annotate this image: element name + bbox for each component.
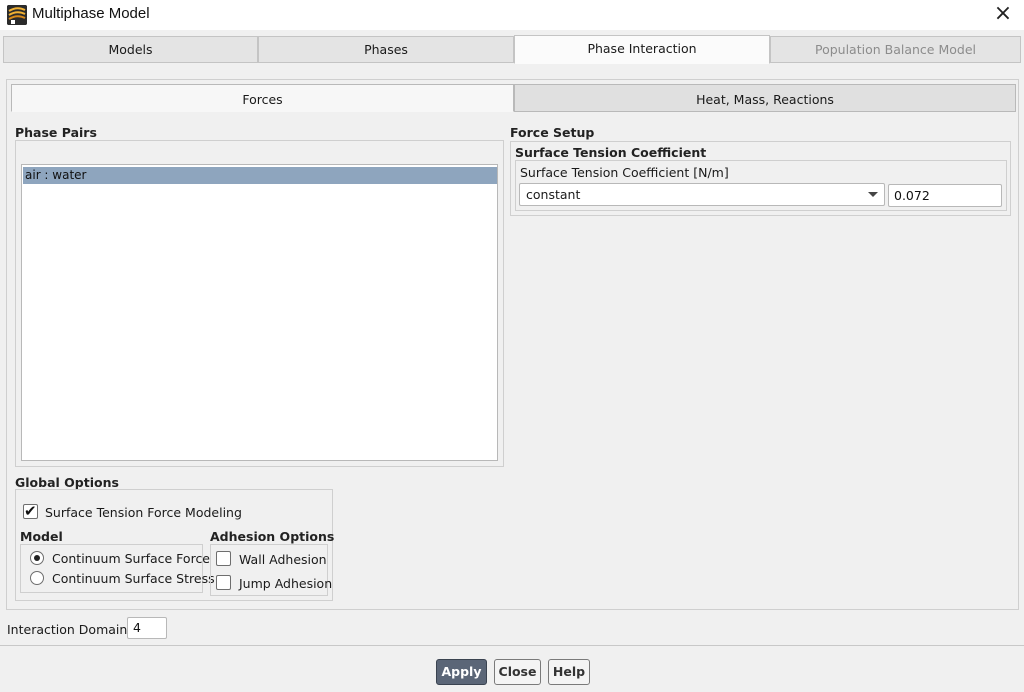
interaction-domain-id-input[interactable]: 4 — [127, 617, 167, 639]
checkmark-icon: ✔ — [24, 502, 37, 520]
jump-adhesion-checkbox[interactable] — [216, 575, 231, 590]
interaction-domain-id-label: Interaction Domain ID — [7, 622, 145, 637]
surface-tension-value: 0.072 — [894, 188, 930, 203]
apply-button[interactable]: Apply — [436, 659, 487, 685]
tab-phases[interactable]: Phases — [258, 36, 514, 63]
help-button[interactable]: Help — [548, 659, 590, 685]
force-setup-label: Force Setup — [510, 125, 595, 140]
footer-divider — [0, 645, 1024, 646]
tab-forces[interactable]: Forces — [11, 84, 514, 112]
surface-tension-modeling-checkbox[interactable]: ✔ — [23, 502, 38, 520]
phase-pairs-list[interactable]: air : water — [21, 164, 498, 461]
tab-population-balance-model: Population Balance Model — [770, 36, 1021, 63]
continuum-surface-stress-label: Continuum Surface Stress — [52, 571, 215, 586]
jump-adhesion-label: Jump Adhesion — [239, 576, 333, 591]
chevron-down-icon — [868, 192, 878, 197]
continuum-surface-stress-radio[interactable] — [30, 571, 44, 585]
tab-models[interactable]: Models — [3, 36, 258, 63]
interaction-domain-id-value: 4 — [133, 620, 141, 635]
tab-heat-mass-reactions[interactable]: Heat, Mass, Reactions — [514, 84, 1016, 112]
app-logo-icon — [7, 5, 27, 25]
continuum-surface-force-radio[interactable] — [30, 551, 44, 565]
surface-tension-field-label: Surface Tension Coefficient [N/m] — [520, 165, 729, 180]
tab-phase-interaction[interactable]: Phase Interaction — [514, 35, 770, 64]
global-options-label: Global Options — [15, 475, 119, 490]
phase-pairs-label: Phase Pairs — [15, 125, 97, 140]
surface-tension-group-label: Surface Tension Coefficient — [515, 145, 707, 160]
wall-adhesion-label: Wall Adhesion — [239, 552, 327, 567]
title-bar: Multiphase Model × — [0, 0, 1024, 30]
close-button[interactable]: Close — [494, 659, 541, 685]
surface-tension-method-select[interactable]: constant — [519, 183, 885, 206]
surface-tension-modeling-label: Surface Tension Force Modeling — [45, 505, 242, 520]
adhesion-options-label: Adhesion Options — [210, 529, 335, 544]
surface-tension-method-value: constant — [526, 187, 581, 202]
main-tabs: Models Phases Phase Interaction Populati… — [3, 35, 1021, 64]
model-label: Model — [20, 529, 63, 544]
window-title: Multiphase Model — [32, 5, 150, 22]
surface-tension-value-input[interactable]: 0.072 — [888, 184, 1002, 207]
wall-adhesion-checkbox[interactable] — [216, 551, 231, 566]
list-item[interactable]: air : water — [23, 167, 497, 184]
continuum-surface-force-label: Continuum Surface Force — [52, 551, 211, 566]
radio-selected-dot — [34, 555, 40, 561]
close-window-icon[interactable]: × — [990, 2, 1016, 28]
